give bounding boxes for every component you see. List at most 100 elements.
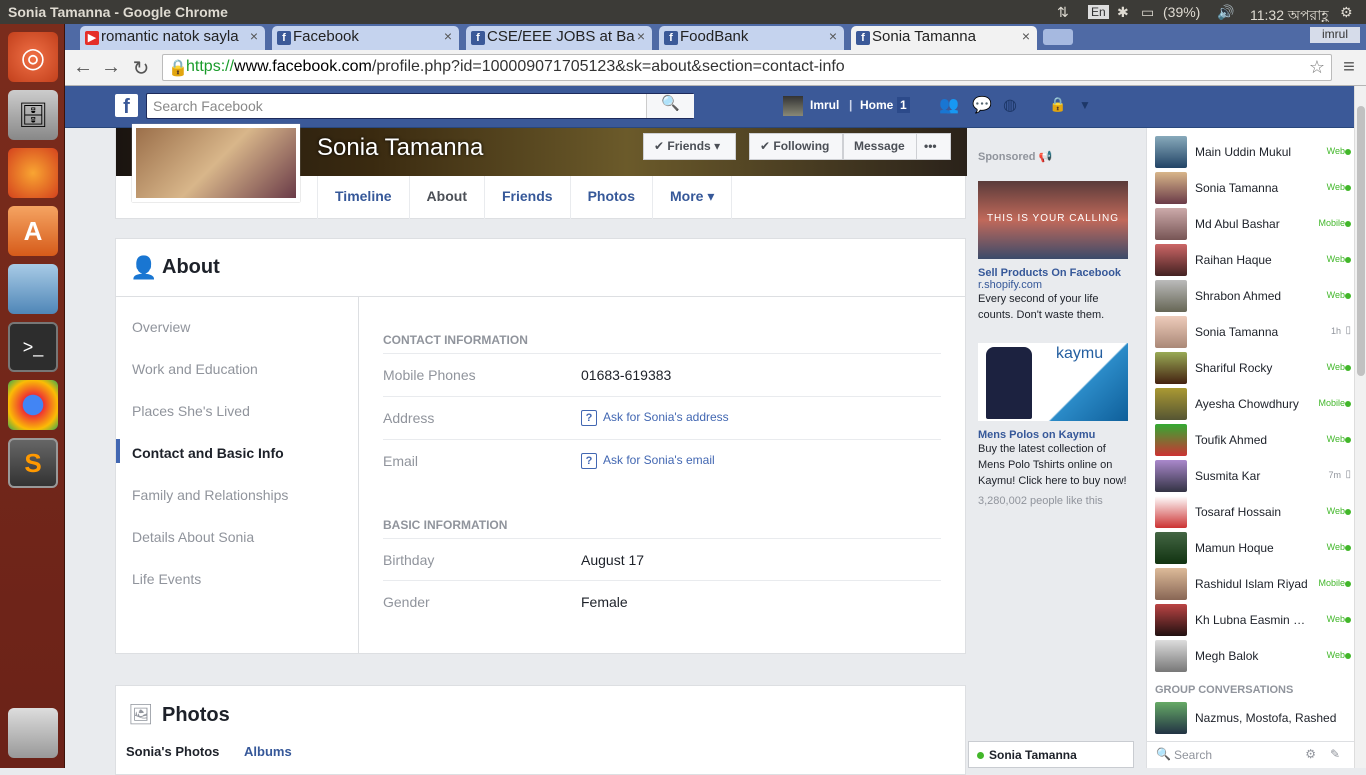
chevron-down-icon[interactable]: ▼ <box>1079 98 1091 112</box>
friends-button[interactable]: ✔ Friends ▾ <box>643 133 736 160</box>
close-tab-icon[interactable]: × <box>250 28 258 44</box>
volume-icon[interactable]: 🔊 <box>1217 4 1234 21</box>
tab-more[interactable]: More ▾ <box>653 176 733 219</box>
profile-link[interactable]: Imrul <box>810 98 839 112</box>
reload-icon[interactable]: ↻ <box>129 56 153 81</box>
page-scrollbar[interactable] <box>1354 86 1366 768</box>
message-button[interactable]: Message <box>843 133 917 160</box>
chat-contact[interactable]: Toufik Ahmed Web <box>1155 424 1351 460</box>
forward-arrow-icon[interactable]: → <box>99 56 123 79</box>
chat-contact[interactable]: Sonia Tamanna Web <box>1155 172 1351 208</box>
close-tab-icon[interactable]: × <box>637 28 645 44</box>
back-arrow-icon[interactable]: ← <box>71 56 95 79</box>
ask-address-link[interactable]: ? Ask for Sonia's address <box>581 410 729 426</box>
online-dot-icon <box>1345 293 1351 299</box>
ubuntu-dash-icon[interactable]: ◎ <box>8 32 58 82</box>
facebook-logo-icon[interactable]: f <box>115 94 138 118</box>
tab-albums[interactable]: Albums <box>244 744 292 759</box>
close-tab-icon[interactable]: × <box>829 28 837 44</box>
question-icon: ? <box>581 453 597 469</box>
chat-contact[interactable]: Mamun Hoque Web <box>1155 532 1351 568</box>
online-dot-icon <box>1345 581 1351 587</box>
ad-image-kaymu[interactable]: kaymu <box>978 343 1128 421</box>
notifications-globe-icon[interactable]: ◍ <box>1003 95 1017 115</box>
tab-timeline[interactable]: Timeline <box>318 176 410 219</box>
tab-friends[interactable]: Friends <box>485 176 571 219</box>
more-options-button[interactable]: ••• <box>916 133 951 160</box>
basic-info-heading: BASIC INFORMATION <box>383 518 508 532</box>
chat-contact[interactable]: Tosaraf Hossain Web <box>1155 496 1351 532</box>
gear-icon[interactable]: ⚙ <box>1305 747 1316 761</box>
user-avatar[interactable] <box>783 96 803 116</box>
keyboard-layout-indicator[interactable]: En <box>1088 5 1109 19</box>
chat-contact[interactable]: Md Abul Bashar Mobile <box>1155 208 1351 244</box>
scrollbar-thumb[interactable] <box>1357 106 1365 376</box>
sublime-text-icon[interactable]: S <box>8 438 58 488</box>
about-title[interactable]: About <box>162 256 220 279</box>
trash-icon[interactable] <box>8 708 58 758</box>
chat-contact[interactable]: Shariful Rocky Web <box>1155 352 1351 388</box>
tab-youtube[interactable]: ▶ romantic natok sayla × <box>80 26 265 50</box>
following-button[interactable]: ✔ Following <box>749 133 843 160</box>
group-conversation[interactable]: Nazmus, Mostofa, Rashed <box>1155 702 1351 738</box>
chat-contact[interactable]: Sonia Tamanna 1h ▯ <box>1155 316 1351 352</box>
compose-icon[interactable]: ✎ <box>1330 747 1340 761</box>
chat-contact[interactable]: Kh Lubna Easmin Keya Web <box>1155 604 1351 640</box>
tab-sonia-tamanna[interactable]: f Sonia Tamanna × <box>851 26 1037 50</box>
open-chat-tab[interactable]: Sonia Tamanna <box>968 741 1134 768</box>
tab-photos[interactable]: Photos <box>571 176 654 219</box>
virtualbox-icon[interactable] <box>8 264 58 314</box>
chrome-icon[interactable] <box>8 380 58 430</box>
close-tab-icon[interactable]: × <box>1022 28 1030 44</box>
nav-work-education[interactable]: Work and Education <box>132 361 258 377</box>
nav-overview[interactable]: Overview <box>132 319 190 335</box>
terminal-icon[interactable]: >_ <box>8 322 58 372</box>
nav-details-about[interactable]: Details About Sonia <box>132 529 254 545</box>
nav-contact-basic-info[interactable]: Contact and Basic Info <box>132 445 284 461</box>
new-tab-button[interactable] <box>1043 29 1073 45</box>
ask-email-link[interactable]: ? Ask for Sonia's email <box>581 453 715 469</box>
nav-family-relationships[interactable]: Family and Relationships <box>132 487 288 503</box>
messages-icon[interactable]: 💬 <box>972 95 992 115</box>
search-button[interactable]: 🔍 <box>646 94 694 118</box>
ad-title-kaymu[interactable]: Mens Polos on Kaymu <box>978 429 1128 441</box>
tab-cse-jobs[interactable]: f CSE/EEE JOBS at Ba × <box>466 26 652 50</box>
chat-contact[interactable]: Shrabon Ahmed Web <box>1155 280 1351 316</box>
profile-name[interactable]: Sonia Tamanna <box>317 134 483 162</box>
chat-contact[interactable]: Rashidul Islam Riyad Mobile <box>1155 568 1351 604</box>
software-center-icon[interactable]: A <box>8 206 58 256</box>
chat-search-input[interactable]: 🔍 Search ⚙ ✎ <box>1146 741 1354 768</box>
address-bar[interactable]: 🔒 https://www.facebook.com/profile.php?id… <box>162 54 1332 81</box>
tab-about[interactable]: About <box>410 176 485 219</box>
online-dot-icon <box>1345 185 1351 191</box>
files-icon[interactable]: 🗄 <box>8 90 58 140</box>
close-tab-icon[interactable]: × <box>444 28 452 44</box>
chat-contact[interactable]: Susmita Kar 7m ▯ <box>1155 460 1351 496</box>
privacy-lock-icon[interactable]: 🔒 <box>1049 96 1066 113</box>
ad-title-shopify[interactable]: Sell Products On Facebook <box>978 267 1128 279</box>
chrome-menu-icon[interactable]: ≡ <box>1337 56 1361 79</box>
chat-contact[interactable]: Megh Balok Web <box>1155 640 1351 676</box>
profile-picture[interactable] <box>132 124 300 202</box>
nav-places-lived[interactable]: Places She's Lived <box>132 403 250 419</box>
settings-gear-icon[interactable]: ⚙ <box>1340 4 1353 21</box>
chat-contact[interactable]: Raihan Haque Web <box>1155 244 1351 280</box>
photos-title[interactable]: Photos <box>162 704 230 727</box>
search-input[interactable]: Search Facebook <box>146 93 694 119</box>
chrome-profile-badge[interactable]: imrul <box>1310 27 1360 43</box>
firefox-icon[interactable] <box>8 148 58 198</box>
ad-site-shopify[interactable]: r.shopify.com <box>978 279 1128 291</box>
home-link[interactable]: Home <box>860 98 893 112</box>
tab-facebook[interactable]: f Facebook × <box>272 26 459 50</box>
friend-requests-icon[interactable]: 👥 <box>939 95 959 115</box>
network-icon[interactable]: ⇅ <box>1057 4 1069 21</box>
chat-contact[interactable]: Ayesha Chowdhury Mobile <box>1155 388 1351 424</box>
bluetooth-icon[interactable]: ✱ <box>1117 4 1129 21</box>
chat-contact[interactable]: Main Uddin Mukul Web <box>1155 136 1351 172</box>
battery-icon[interactable]: ▭ <box>1141 4 1154 21</box>
tab-sonias-photos[interactable]: Sonia's Photos <box>126 744 219 759</box>
tab-foodbank[interactable]: f FoodBank × <box>659 26 844 50</box>
ad-image-shopify[interactable]: THIS IS YOUR CALLING <box>978 181 1128 259</box>
nav-life-events[interactable]: Life Events <box>132 571 201 587</box>
bookmark-star-icon[interactable]: ☆ <box>1309 57 1325 78</box>
